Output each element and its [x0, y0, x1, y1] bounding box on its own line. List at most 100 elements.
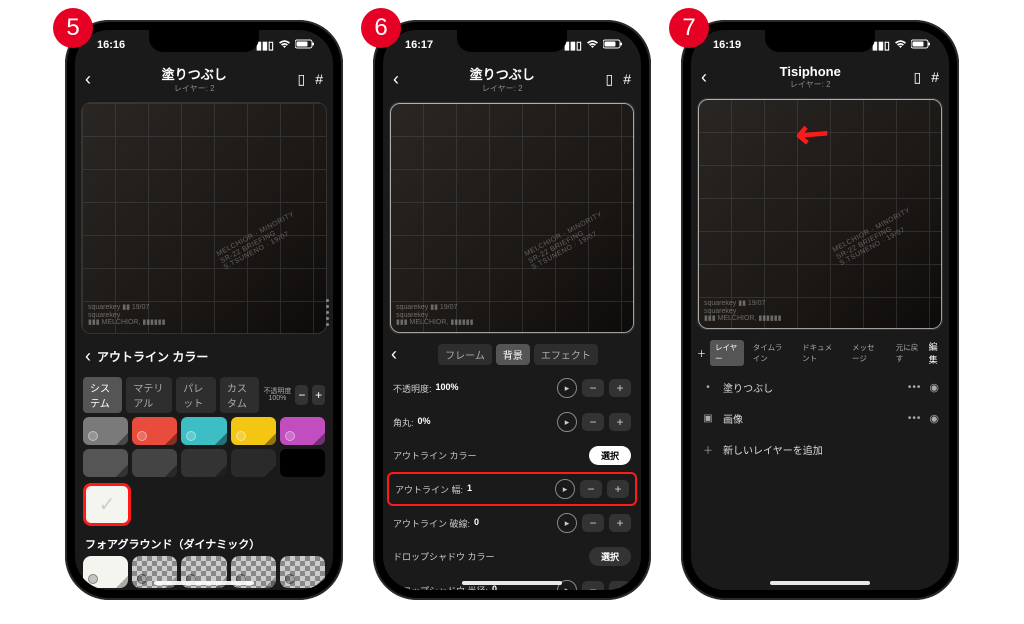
select-button[interactable]: 選択	[589, 547, 631, 566]
tab-background[interactable]: 背景	[496, 344, 530, 365]
panel-title: アウトライン カラー	[97, 348, 208, 365]
back-icon[interactable]: ‹	[85, 69, 91, 90]
selected-swatch-white[interactable]: ✓	[83, 483, 131, 526]
plus-button[interactable]: +	[609, 514, 631, 532]
wifi-icon	[278, 39, 291, 52]
plus-icon: ＋	[701, 442, 715, 457]
phone-frame: 16:16 ▮▮▯ ‹ 塗りつぶし レイヤー: 2	[65, 20, 343, 600]
swatch-black[interactable]	[280, 449, 325, 477]
app-header: ‹ 塗りつぶし レイヤー: 2 ▯ #	[75, 60, 333, 98]
minus-button[interactable]: −	[580, 480, 602, 498]
swatch-gray-4[interactable]	[231, 449, 276, 477]
canvas-preview[interactable]: MELCHIOR · MINORITYSR-22 BRIEFINGS.TSUNE…	[81, 102, 327, 334]
play-icon[interactable]: ▸	[557, 412, 577, 432]
opacity-label: 不透明度 100%	[263, 388, 291, 402]
page-title: 塗りつぶし	[162, 64, 227, 83]
play-icon[interactable]: ▸	[555, 479, 575, 499]
canvas-preview[interactable]: ↙ MELCHIOR · MINORITYSR-22 BRIEFINGS.TSU…	[697, 98, 943, 330]
device-icon[interactable]: ▯	[605, 71, 613, 88]
tab-layer[interactable]: レイヤー	[710, 340, 744, 366]
app-header: ‹ 塗りつぶし レイヤー: 2 ▯ #	[383, 60, 641, 98]
more-icon[interactable]: •••	[908, 382, 922, 393]
home-indicator[interactable]	[154, 581, 254, 585]
battery-icon	[603, 39, 623, 52]
swatch-gray-1[interactable]	[83, 449, 128, 477]
layer-item-fill[interactable]: • 塗りつぶし ••• ◉	[691, 372, 949, 403]
layer-item-image[interactable]: ▣ 画像 ••• ◉	[691, 403, 949, 434]
grid-icon[interactable]: #	[931, 69, 939, 86]
canvas-preview[interactable]: MELCHIOR · MINORITYSR-22 BRIEFINGS.TSUNE…	[389, 102, 635, 334]
tab-palette[interactable]: パレット	[176, 377, 216, 413]
color-row-accent	[75, 415, 333, 447]
swatch-gray-3[interactable]	[181, 449, 226, 477]
row-outline-dash: アウトライン 破線: 0 ▸−+	[383, 506, 641, 540]
clock: 16:16	[97, 39, 125, 51]
step-badge-6: 6	[361, 8, 401, 48]
phone-frame: 16:19 ▮▮▯ ‹ Tisiphone レイヤー: 2 ▯ #	[681, 20, 959, 600]
minus-button[interactable]: −	[582, 514, 604, 532]
tab-material[interactable]: マテリアル	[126, 377, 172, 413]
home-indicator[interactable]	[462, 581, 562, 585]
plus-button[interactable]: +	[609, 413, 631, 431]
tab-document[interactable]: ドキュメント	[797, 340, 843, 366]
plus-button[interactable]: +	[609, 379, 631, 397]
clock: 16:17	[405, 39, 433, 51]
dyn-swatch-1[interactable]	[83, 556, 128, 588]
back-icon[interactable]: ‹	[393, 69, 399, 90]
bottom-tabs: ＋ レイヤー タイムライン ドキュメント メッセージ 元に戻す 編集	[691, 334, 949, 372]
opacity-plus[interactable]: +	[312, 385, 325, 405]
swatch-magenta[interactable]	[280, 417, 325, 445]
bullet-icon: •	[701, 382, 715, 393]
row-outline-color: アウトライン カラー 選択	[383, 439, 641, 472]
page-title: Tisiphone	[780, 64, 841, 79]
minus-button[interactable]: −	[582, 413, 604, 431]
panel-back-icon[interactable]: ‹	[391, 344, 397, 365]
page-subtitle: レイヤー: 2	[780, 79, 841, 90]
select-button[interactable]: 選択	[589, 446, 631, 465]
battery-icon	[295, 39, 315, 52]
home-indicator[interactable]	[770, 581, 870, 585]
visibility-icon[interactable]: ◉	[929, 412, 939, 425]
add-layer-row[interactable]: ＋ 新しいレイヤーを追加	[691, 434, 949, 465]
minus-button[interactable]: −	[582, 581, 604, 590]
wifi-icon	[586, 39, 599, 52]
step-badge-5: 5	[53, 8, 93, 48]
play-icon[interactable]: ▸	[557, 378, 577, 398]
battery-icon	[911, 39, 931, 52]
tab-message[interactable]: メッセージ	[847, 340, 887, 366]
device-icon[interactable]: ▯	[297, 71, 305, 88]
swatch-gray-2[interactable]	[132, 449, 177, 477]
minus-button[interactable]: −	[582, 379, 604, 397]
visibility-icon[interactable]: ◉	[929, 381, 939, 394]
swatch-teal[interactable]	[181, 417, 226, 445]
row-opacity: 不透明度: 100% ▸−+	[383, 371, 641, 405]
grid-icon[interactable]: #	[623, 71, 631, 88]
tab-effect[interactable]: エフェクト	[534, 344, 598, 365]
dyn-swatch-5[interactable]	[280, 556, 325, 588]
clock: 16:19	[713, 39, 741, 51]
color-row-grays	[75, 447, 333, 479]
app-header: ‹ Tisiphone レイヤー: 2 ▯ #	[691, 60, 949, 94]
add-icon: ＋	[697, 347, 706, 360]
device-icon[interactable]: ▯	[913, 69, 921, 86]
grid-icon[interactable]: #	[315, 71, 323, 88]
page-subtitle: レイヤー: 2	[162, 83, 227, 94]
tab-frame[interactable]: フレーム	[438, 344, 492, 365]
swatch-yellow[interactable]	[231, 417, 276, 445]
swatch-red[interactable]	[132, 417, 177, 445]
opacity-minus[interactable]: −	[295, 385, 308, 405]
page-subtitle: レイヤー: 2	[470, 83, 535, 94]
back-icon[interactable]: ‹	[701, 67, 707, 88]
tab-custom[interactable]: カスタム	[220, 377, 260, 413]
tab-system[interactable]: システム	[83, 377, 122, 413]
tab-timeline[interactable]: タイムライン	[748, 340, 793, 366]
panel-back-icon[interactable]: ‹	[85, 346, 91, 367]
swatch-gray[interactable]	[83, 417, 128, 445]
phone-frame: 16:17 ▮▮▯ ‹ 塗りつぶし レイヤー: 2 ▯ #	[373, 20, 651, 600]
play-icon[interactable]: ▸	[557, 513, 577, 533]
plus-button[interactable]: +	[609, 581, 631, 590]
tab-undo[interactable]: 元に戻す	[891, 340, 925, 366]
more-icon[interactable]: •••	[908, 413, 922, 424]
edit-button[interactable]: 編集	[929, 340, 943, 366]
plus-button[interactable]: +	[607, 480, 629, 498]
